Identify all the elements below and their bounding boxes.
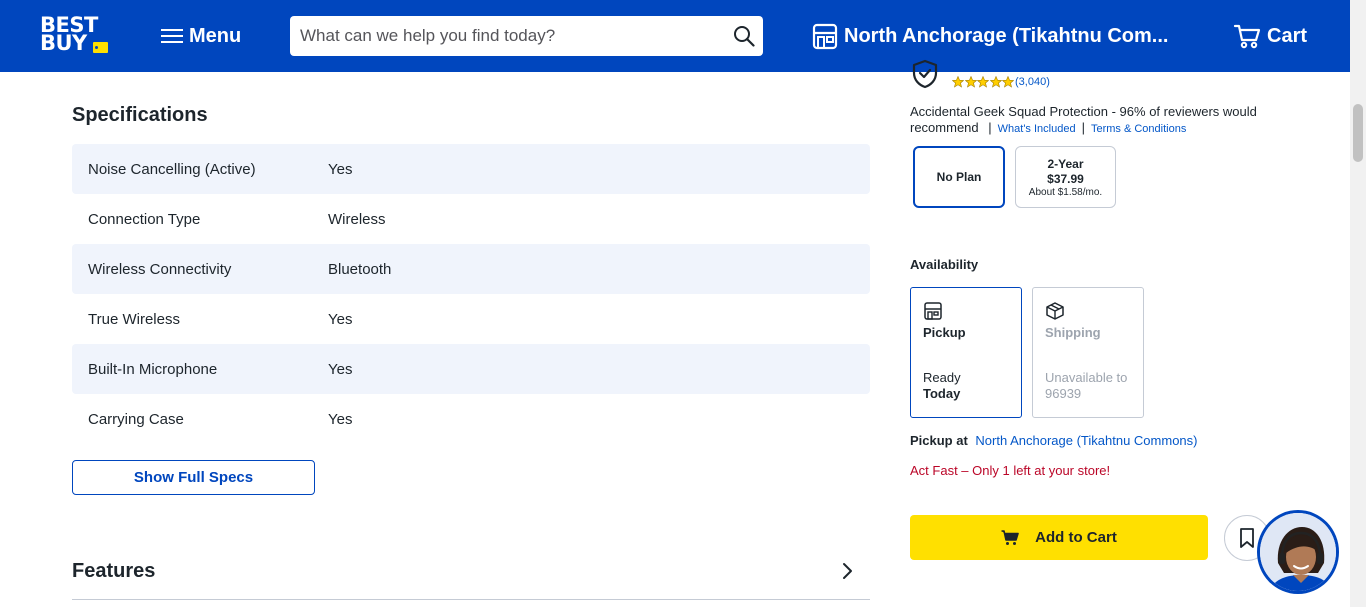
star-icon	[989, 76, 1002, 88]
search-bar	[290, 16, 763, 56]
spec-row: Connection Type Wireless	[72, 194, 870, 244]
spec-row: Noise Cancelling (Active) Yes	[72, 144, 870, 194]
spec-row: Built-In Microphone Yes	[72, 344, 870, 394]
rating-count-link[interactable]: (3,040)	[1015, 76, 1050, 88]
search-icon[interactable]	[733, 25, 755, 47]
specifications-heading: Specifications	[72, 104, 208, 126]
cart-button[interactable]: Cart	[1233, 20, 1307, 52]
menu-button[interactable]: Menu	[161, 22, 241, 50]
hamburger-icon	[161, 27, 183, 45]
divider: |	[988, 120, 992, 135]
urgency-message: Act Fast – Only 1 left at your store!	[910, 463, 1111, 478]
availability-heading: Availability	[910, 257, 979, 272]
spec-label: Carrying Case	[88, 410, 184, 428]
features-accordion[interactable]: Features	[72, 552, 870, 600]
terms-conditions-link[interactable]: Terms & Conditions	[1091, 123, 1186, 135]
menu-label: Menu	[189, 24, 242, 47]
add-to-cart-label: Add to Cart	[1035, 529, 1117, 546]
geek-squad-shield-icon	[912, 59, 938, 89]
pickup-location: Pickup at North Anchorage (Tikahtnu Comm…	[910, 433, 1197, 448]
shipping-label: Shipping	[1045, 325, 1101, 340]
agent-avatar-icon	[1260, 513, 1336, 591]
page-scrollbar[interactable]	[1350, 0, 1366, 607]
chevron-right-icon	[843, 563, 852, 579]
package-icon	[1046, 302, 1064, 320]
store-label: North Anchorage (Tikahtnu Com...	[844, 24, 1169, 47]
spec-value: Wireless	[328, 210, 386, 228]
spec-row: Carrying Case Yes	[72, 394, 870, 444]
pickup-label: Pickup	[923, 325, 966, 340]
spec-row: Wireless Connectivity Bluetooth	[72, 244, 870, 294]
spec-value: Yes	[328, 160, 353, 178]
spec-label: Noise Cancelling (Active)	[88, 160, 256, 178]
best-buy-logo[interactable]: BEST BUY	[40, 15, 110, 58]
shipping-status: Unavailable to	[1045, 370, 1128, 385]
specifications-table: Noise Cancelling (Active) Yes Connection…	[72, 144, 870, 444]
bookmark-icon	[1240, 528, 1254, 548]
plan-title: 2-Year	[1047, 156, 1084, 171]
plan-option-none[interactable]: No Plan	[913, 146, 1005, 208]
chat-assistant-button[interactable]	[1257, 510, 1339, 594]
logo-text-buy: BUY	[40, 31, 87, 55]
spec-row: True Wireless Yes	[72, 294, 870, 344]
spec-value: Yes	[328, 360, 353, 378]
features-heading: Features	[72, 560, 156, 582]
site-header: BEST BUY Menu North Anchorage (Tikahtnu …	[0, 0, 1350, 72]
cart-label: Cart	[1267, 24, 1308, 47]
add-to-cart-button[interactable]: Add to Cart	[910, 515, 1208, 560]
cart-icon	[1233, 24, 1261, 49]
spec-label: Connection Type	[88, 210, 201, 228]
plan-option-2-year[interactable]: 2-Year $37.99 About $1.58/mo.	[1015, 146, 1116, 208]
star-icon	[964, 76, 977, 88]
spec-label: Wireless Connectivity	[88, 260, 232, 278]
rating-stars	[952, 76, 1015, 88]
show-full-specs-button[interactable]: Show Full Specs	[72, 460, 315, 495]
star-icon	[977, 76, 989, 88]
logo-tag-icon	[93, 42, 108, 53]
spec-value: Bluetooth	[328, 260, 392, 278]
scrollbar-thumb[interactable]	[1353, 104, 1363, 162]
pickup-store-link[interactable]: North Anchorage (Tikahtnu Commons)	[975, 433, 1197, 448]
divider: |	[1081, 120, 1085, 135]
pickup-status: Ready	[923, 370, 961, 385]
spec-label: Built-In Microphone	[88, 360, 218, 378]
star-icon	[952, 76, 964, 88]
cart-icon	[1001, 529, 1019, 545]
whats-included-link[interactable]: What's Included	[998, 123, 1076, 135]
pickup-at-label: Pickup at	[910, 433, 968, 448]
shipping-zip: 96939	[1045, 386, 1082, 401]
plan-monthly: About $1.58/mo.	[1028, 186, 1103, 198]
star-icon	[1002, 76, 1014, 88]
search-input[interactable]	[290, 16, 720, 56]
store-icon	[812, 23, 838, 50]
protection-description: Accidental Geek Squad Protection - 96% o…	[910, 104, 1290, 137]
shipping-option[interactable]: Shipping Unavailable to 96939	[1032, 287, 1144, 418]
pickup-option[interactable]: Pickup Ready Today	[910, 287, 1022, 418]
store-icon	[924, 302, 942, 320]
pickup-status-day: Today	[923, 386, 961, 401]
plan-title: No Plan	[936, 170, 982, 184]
plan-price: $37.99	[1047, 171, 1084, 186]
spec-label: True Wireless	[88, 310, 180, 328]
spec-value: Yes	[328, 310, 353, 328]
store-selector[interactable]: North Anchorage (Tikahtnu Com...	[812, 20, 1168, 52]
spec-value: Yes	[328, 410, 353, 428]
